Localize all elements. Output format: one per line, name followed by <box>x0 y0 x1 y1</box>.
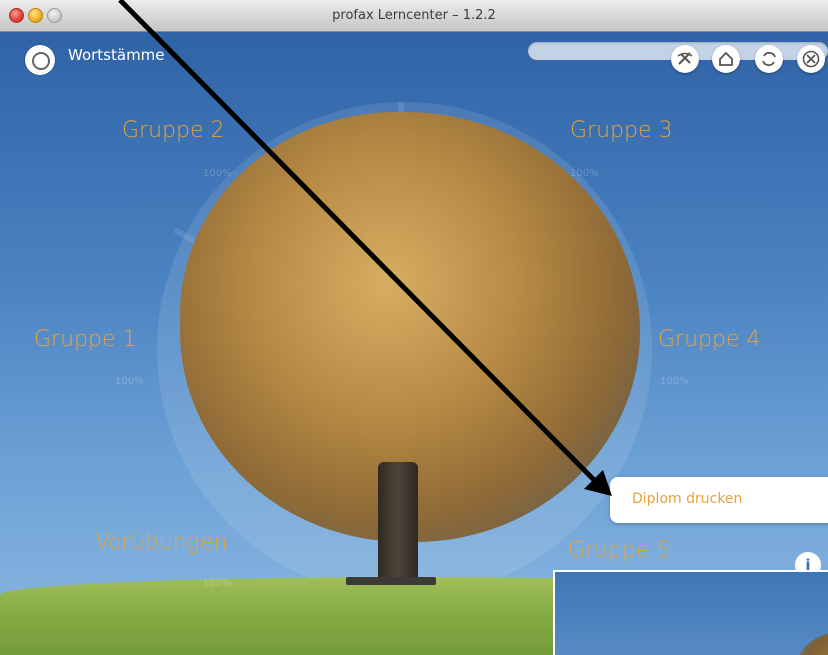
tools-icon <box>677 52 693 65</box>
group-4-percent: 100% <box>660 376 689 387</box>
group-1-percent: 100% <box>115 376 144 387</box>
refresh-icon <box>762 51 776 67</box>
vorubungen-link[interactable]: Vorübungen <box>95 530 227 555</box>
app-logo-button[interactable] <box>25 45 55 75</box>
group-4-link[interactable]: Gruppe 4 <box>658 327 761 352</box>
group-3-percent: 100% <box>570 168 599 179</box>
tools-button[interactable] <box>671 45 699 73</box>
print-diploma-button[interactable]: Diplom drucken <box>610 477 828 523</box>
refresh-button[interactable] <box>755 45 783 73</box>
bench <box>346 577 436 585</box>
window-titlebar: profax Lerncenter – 1.2.2 <box>0 0 828 32</box>
group-1-link[interactable]: Gruppe 1 <box>34 327 137 352</box>
close-icon <box>802 50 820 68</box>
close-button[interactable] <box>797 45 825 73</box>
group-2-link[interactable]: Gruppe 2 <box>122 118 225 143</box>
print-diploma-label: Diplom drucken <box>632 491 743 507</box>
preview-thumbnail <box>553 570 828 655</box>
home-button[interactable] <box>712 45 740 73</box>
tree-trunk <box>378 462 418 592</box>
section-title: Wortstämme <box>68 46 165 64</box>
group-5-link[interactable]: Gruppe 5 <box>568 538 671 563</box>
group-3-link[interactable]: Gruppe 3 <box>570 118 673 143</box>
window-title: profax Lerncenter – 1.2.2 <box>332 8 496 23</box>
group-2-percent: 100% <box>203 168 232 179</box>
home-icon <box>719 51 733 66</box>
vorubungen-percent: 100% <box>203 578 232 589</box>
